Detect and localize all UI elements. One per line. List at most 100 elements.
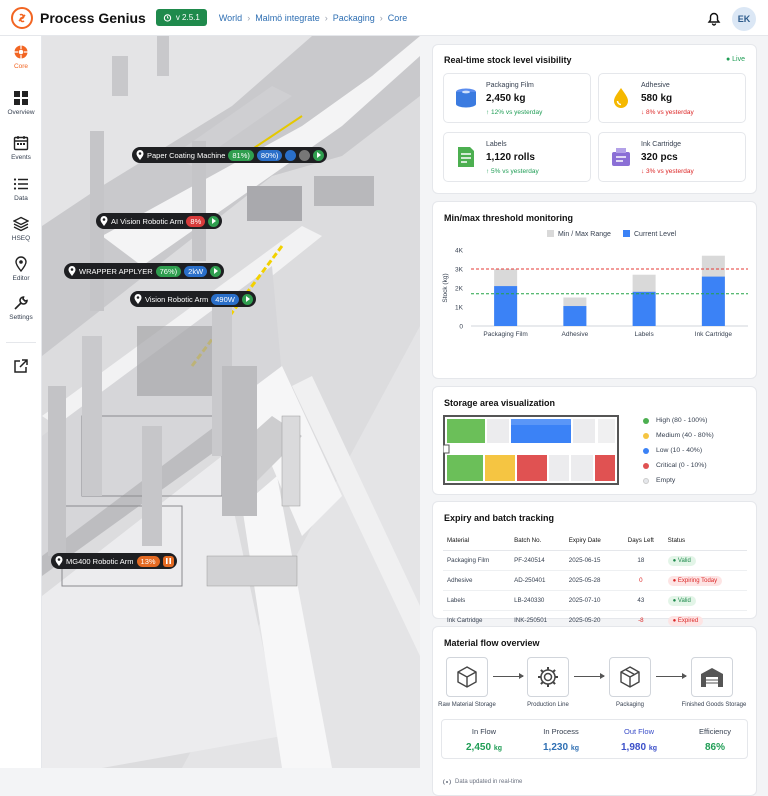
bar-current-2 — [632, 291, 656, 326]
breadcrumb-area[interactable]: Packaging — [333, 13, 375, 23]
live-indicator: ● Live — [725, 56, 745, 63]
card-title: Real-time stock level visibility — [444, 55, 572, 65]
factory-floor-render — [42, 36, 420, 768]
machine-oee-value: 76%) — [155, 265, 182, 277]
factory-3d-viewport[interactable]: Paper Coating Machine 81%) 80%) AI Visio… — [42, 36, 420, 768]
bell-icon[interactable] — [705, 9, 723, 27]
legend-dot-icon — [643, 462, 649, 469]
flow-step-label: Raw Material Storage — [438, 702, 496, 708]
sidebar-item-settings[interactable]: Settings — [0, 295, 42, 321]
stock-item-packaging-film[interactable]: Packaging Film 2,450 kg ↑ 12% vs yesterd… — [443, 73, 591, 123]
breadcrumb-site[interactable]: Malmö integrate — [255, 13, 320, 23]
cell-material: Adhesive — [443, 570, 511, 591]
stock-value: 580 kg — [641, 93, 673, 104]
storage-floor-map[interactable] — [443, 415, 619, 485]
machine-tag-paper-coating[interactable]: Paper Coating Machine 81%) 80%) — [132, 147, 328, 163]
stat-out-flow: Out Flow 1,980 kg — [621, 727, 657, 753]
flow-step-production-line[interactable] — [527, 657, 569, 697]
card-title: Material flow overview — [444, 638, 540, 648]
stock-item-labels[interactable]: Labels 1,120 rolls ↑ 5% vs yesterday — [443, 132, 591, 182]
legend-high: High (80 - 100%) — [643, 417, 707, 424]
stock-item-ink-cartridge[interactable]: Ink Cartridge 320 pcs ↓ 3% vs yesterday — [598, 132, 746, 182]
cell-expiry-date: 2025-07-10 — [564, 590, 619, 611]
breadcrumb-current[interactable]: Core — [388, 13, 408, 23]
pause-icon[interactable] — [162, 555, 174, 567]
breadcrumb-world[interactable]: World — [219, 13, 242, 23]
stock-change: ↑ 5% vs yesterday — [486, 168, 539, 175]
legend-dot-icon — [643, 477, 649, 484]
broadcast-icon — [443, 779, 451, 785]
flow-step-label: Finished Goods Storage — [681, 702, 747, 708]
sidebar-item-overview[interactable]: Overview — [0, 90, 42, 116]
ink-cartridge-icon — [612, 148, 630, 166]
sidebar-divider — [6, 342, 36, 343]
cell-material: Packaging Film — [443, 550, 511, 571]
layers-icon — [13, 216, 29, 232]
col-material[interactable]: Material — [443, 531, 511, 551]
map-pin-icon — [15, 256, 27, 272]
location-pin-icon — [100, 216, 108, 226]
machine-tag-ai-vision-arm[interactable]: AI Vision Robotic Arm 8% — [96, 213, 223, 229]
breadcrumb: World › Malmö integrate › Packaging › Core — [218, 12, 408, 23]
storage-area-card: Storage area visualization High (80 - 10… — [432, 386, 757, 495]
col-status[interactable]: Status — [663, 531, 747, 551]
machine-tag-vision-arm[interactable]: Vision Robotic Arm 490W — [130, 291, 256, 307]
y-tick-label: 3K — [455, 267, 464, 274]
stock-name: Labels — [486, 141, 507, 148]
version-badge[interactable]: v 2.5.1 — [155, 9, 207, 26]
flow-step-finished-goods[interactable] — [691, 657, 733, 697]
sidebar-item-label: Settings — [9, 314, 33, 321]
bar-current-3 — [701, 276, 725, 326]
col-batch[interactable]: Batch No. — [510, 531, 565, 551]
machine-tag-wrapper-applyer[interactable]: WRAPPER APPLYER 76%) 2kW — [64, 263, 225, 279]
expiry-batch-card: Expiry and batch tracking Material Batch… — [432, 501, 757, 631]
flow-step-label: Packaging — [615, 702, 645, 708]
droplet-icon — [614, 88, 628, 108]
table-header-row: Material Batch No. Expiry Date Days Left… — [443, 531, 747, 551]
col-days-left[interactable]: Days Left — [618, 531, 664, 551]
stock-name: Ink Cartridge — [641, 141, 682, 148]
play-icon[interactable] — [210, 265, 222, 277]
play-icon[interactable] — [313, 149, 325, 161]
update-footer: Data updated in real-time — [443, 778, 522, 786]
stat-efficiency: Efficiency 86% — [699, 727, 731, 753]
stock-value: 1,120 rolls — [486, 152, 535, 163]
sidebar-item-data[interactable]: Data — [0, 176, 42, 202]
table-row[interactable]: Labels LB-240330 2025-07-10 43 ● Valid — [443, 590, 747, 611]
machine-name: AI Vision Robotic Arm — [111, 216, 184, 226]
stock-value: 320 pcs — [641, 152, 678, 163]
legend-critical: Critical (0 - 10%) — [643, 462, 707, 469]
col-expiry-date[interactable]: Expiry Date — [564, 531, 619, 551]
cell-status: ● Valid — [663, 550, 747, 571]
stock-item-adhesive[interactable]: Adhesive 580 kg ↓ 8% vs yesterday — [598, 73, 746, 123]
more-icon[interactable] — [299, 149, 311, 161]
sidebar-item-label: HSEQ — [11, 235, 31, 242]
y-tick-label: 4K — [455, 248, 464, 255]
table-row[interactable]: Packaging Film PF-240514 2025-06-15 18 ● Val… — [443, 550, 747, 571]
alarm-clock-icon — [163, 14, 172, 22]
avatar[interactable]: EK — [732, 7, 756, 31]
sidebar-item-label: Editor — [12, 275, 30, 282]
stock-level-card: Real-time stock level visibility ● Live … — [432, 44, 757, 194]
play-icon[interactable] — [241, 293, 253, 305]
x-tick-label: Ink Cartridge — [695, 331, 733, 338]
external-link-icon[interactable] — [13, 358, 29, 374]
cell-status: ● Expiring Today — [663, 570, 747, 591]
play-icon[interactable] — [208, 215, 220, 227]
sidebar-item-editor[interactable]: Editor — [0, 256, 42, 282]
table-row[interactable]: Adhesive AD-250401 2025-05-28 0 ● Expiring T… — [443, 570, 747, 591]
stat-in-process: In Process 1,230 kg — [543, 727, 579, 753]
cell-material: Labels — [443, 590, 511, 611]
sidebar-item-label: Data — [14, 195, 28, 202]
machine-tag-mg400-arm[interactable]: MG400 Robotic Arm 13% — [51, 553, 177, 569]
flow-step-packaging[interactable] — [609, 657, 651, 697]
sidebar-item-events[interactable]: Events — [0, 135, 42, 161]
sidebar: Core Overview Events Data HSEQ Editor Se… — [0, 36, 42, 768]
sidebar-item-hseq[interactable]: HSEQ — [0, 216, 42, 242]
app-logo-icon[interactable] — [11, 6, 33, 29]
grid-icon — [14, 91, 28, 105]
machine-name: Vision Robotic Arm — [145, 294, 209, 304]
sidebar-item-core[interactable]: Core — [0, 44, 42, 70]
gear-icon — [538, 667, 558, 687]
flow-step-raw-material[interactable] — [446, 657, 488, 697]
